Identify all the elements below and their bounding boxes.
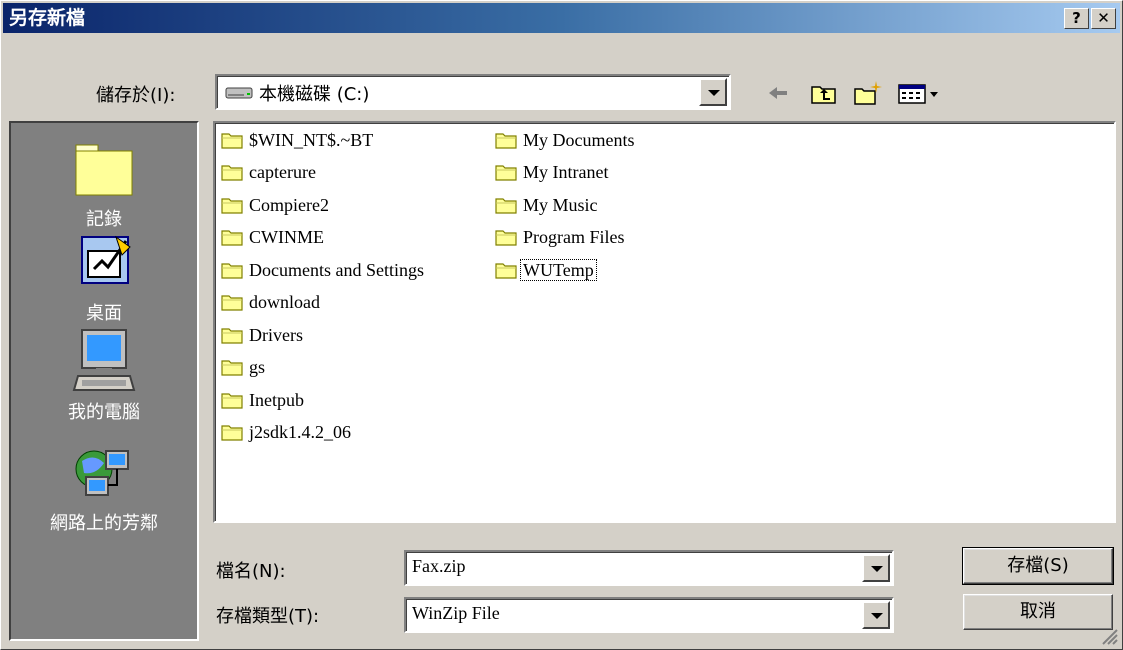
help-button[interactable]: ? (1064, 8, 1089, 29)
file-list-item-name: capterure (249, 162, 316, 183)
place-network-label: 網路上的芳鄰 (50, 513, 158, 534)
save-in-combo[interactable]: 本機磁碟 (C:) (215, 74, 731, 110)
folder-icon (221, 133, 243, 149)
folder-icon (221, 328, 243, 344)
file-list-item[interactable]: Drivers (221, 320, 305, 346)
file-list-item[interactable]: Compiere2 (221, 190, 331, 216)
file-list-item[interactable]: My Documents (495, 125, 637, 151)
filename-combo[interactable]: Fax.zip (404, 550, 894, 586)
file-list-item[interactable]: WUTemp (495, 255, 597, 281)
file-list-item-name: CWINME (249, 227, 324, 248)
place-my-computer-label: 我的電腦 (68, 402, 140, 423)
file-list-item-name: My Intranet (523, 162, 609, 183)
save-in-value: 本機磁碟 (C:) (259, 84, 370, 105)
file-list-item-name: gs (249, 357, 266, 378)
file-list-item-name: Program Files (523, 227, 625, 248)
save-as-dialog: 另存新檔 ? ✕ 儲存於(I): 本機磁碟 (C:) 記錄 桌面 我的電腦 網路… (0, 0, 1123, 650)
file-list[interactable]: $WIN_NT$.~BT capterure Compiere2 CWINME Docu… (213, 121, 1116, 523)
desktop-icon (81, 235, 131, 284)
place-desktop-label: 桌面 (86, 303, 122, 324)
save-in-dropdown-button[interactable] (699, 78, 727, 106)
title-bar: 另存新檔 ? ✕ (3, 3, 1120, 33)
folder-icon (495, 165, 517, 181)
place-my-computer[interactable]: 我的電腦 (11, 328, 197, 424)
place-history[interactable]: 記錄 (11, 137, 197, 231)
file-list-item[interactable]: gs (221, 353, 267, 379)
filetype-label: 存檔類型(T): (216, 606, 320, 627)
folder-icon (495, 263, 517, 279)
save-in-label: 儲存於(I): (96, 85, 176, 106)
file-list-item[interactable]: My Intranet (495, 158, 610, 184)
folder-icon (221, 263, 243, 279)
file-list-item[interactable]: My Music (495, 190, 600, 216)
folder-icon (495, 230, 517, 246)
new-folder-icon[interactable] (853, 79, 883, 107)
place-network[interactable]: 網路上的芳鄰 (11, 441, 197, 535)
file-list-item-name: Compiere2 (249, 194, 329, 215)
file-list-item-name: Documents and Settings (249, 259, 424, 280)
save-button[interactable]: 存檔(S) (962, 547, 1114, 585)
filetype-value: WinZip File (412, 603, 500, 623)
file-list-item[interactable]: Program Files (495, 223, 627, 249)
file-list-item[interactable]: j2sdk1.4.2_06 (221, 418, 353, 444)
filename-label: 檔名(N): (216, 561, 286, 582)
file-list-item-name: Drivers (249, 324, 303, 345)
file-list-item-name: download (249, 292, 320, 313)
file-list-item-name: j2sdk1.4.2_06 (249, 422, 352, 443)
filename-dropdown-button[interactable] (862, 554, 890, 582)
file-list-item-name: WUTemp (520, 258, 597, 281)
hard-drive-icon (225, 87, 253, 99)
folder-icon (221, 295, 243, 311)
views-menu-icon[interactable] (897, 79, 943, 107)
filename-input[interactable]: Fax.zip (412, 556, 466, 577)
file-list-item-name: My Documents (523, 129, 635, 150)
file-list-item[interactable]: Inetpub (221, 385, 306, 411)
places-bar: 記錄 桌面 我的電腦 網路上的芳鄰 (9, 121, 199, 641)
back-arrow-icon[interactable] (763, 79, 793, 107)
close-button[interactable]: ✕ (1091, 8, 1116, 29)
size-grip-icon[interactable] (1099, 626, 1119, 646)
folder-icon (495, 198, 517, 214)
folder-icon (221, 360, 243, 376)
file-list-item[interactable]: capterure (221, 158, 318, 184)
file-list-item[interactable]: download (221, 288, 322, 314)
folder-icon (221, 393, 243, 409)
file-list-item-name: $WIN_NT$.~BT (249, 129, 374, 150)
folder-icon (495, 133, 517, 149)
history-folder-icon (75, 144, 133, 196)
folder-icon (221, 198, 243, 214)
place-desktop[interactable]: 桌面 (11, 231, 197, 325)
folder-icon (221, 425, 243, 441)
file-list-item[interactable]: Documents and Settings (221, 255, 426, 281)
folder-icon (221, 230, 243, 246)
file-list-item-name: Inetpub (249, 389, 304, 410)
folder-icon (221, 165, 243, 181)
up-folder-icon[interactable] (809, 79, 839, 107)
file-list-item[interactable]: CWINME (221, 223, 326, 249)
cancel-button[interactable]: 取消 (963, 594, 1113, 630)
place-history-label: 記錄 (86, 209, 122, 230)
dialog-title: 另存新檔 (9, 7, 86, 29)
file-list-item-name: My Music (523, 194, 598, 215)
filetype-dropdown-button[interactable] (862, 601, 890, 629)
my-computer-icon (72, 329, 136, 391)
network-places-icon (75, 450, 129, 496)
file-list-item[interactable]: $WIN_NT$.~BT (221, 125, 375, 151)
filetype-combo[interactable]: WinZip File (404, 597, 894, 633)
